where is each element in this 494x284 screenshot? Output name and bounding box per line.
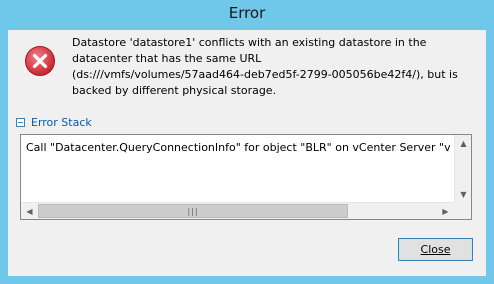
message-line: (ds:///vmfs/volumes/57aad464-deb7ed5f-27… bbox=[72, 68, 458, 81]
message-line: Datastore 'datastore1' conflicts with an… bbox=[72, 36, 427, 49]
error-stack-toggle[interactable]: Error Stack bbox=[16, 115, 92, 129]
scroll-thumb[interactable]: ||| bbox=[38, 204, 348, 218]
message-line: datacenter that has the same URL bbox=[72, 52, 262, 65]
scrollbar-corner bbox=[454, 202, 471, 219]
error-stack-textbox[interactable]: Call "Datacenter.QueryConnectionInfo" fo… bbox=[20, 134, 472, 220]
title-bar[interactable]: Error bbox=[0, 0, 494, 30]
error-stack-text: Call "Datacenter.QueryConnectionInfo" fo… bbox=[26, 141, 450, 154]
error-message: Datastore 'datastore1' conflicts with an… bbox=[72, 35, 472, 99]
error-icon bbox=[25, 46, 55, 76]
scroll-down-icon[interactable]: ▼ bbox=[455, 186, 472, 203]
vertical-scrollbar[interactable]: ▲ ▼ bbox=[454, 135, 471, 203]
collapse-icon[interactable] bbox=[16, 117, 25, 127]
close-button-label: Close bbox=[420, 243, 451, 256]
grip-icon: ||| bbox=[187, 206, 199, 216]
horizontal-scrollbar[interactable]: ◀ ||| ▶ bbox=[21, 202, 454, 219]
dialog-body: Datastore 'datastore1' conflicts with an… bbox=[8, 30, 486, 276]
message-line: backed by different physical storage. bbox=[72, 84, 277, 97]
scroll-right-icon[interactable]: ▶ bbox=[437, 203, 454, 220]
scroll-up-icon[interactable]: ▲ bbox=[455, 135, 472, 152]
close-button[interactable]: Close bbox=[398, 238, 473, 261]
dialog-title: Error bbox=[228, 4, 266, 22]
error-stack-label[interactable]: Error Stack bbox=[31, 116, 92, 129]
error-dialog: Error Datastore 'datastore1' conflicts w… bbox=[0, 0, 494, 284]
scroll-left-icon[interactable]: ◀ bbox=[21, 203, 38, 220]
